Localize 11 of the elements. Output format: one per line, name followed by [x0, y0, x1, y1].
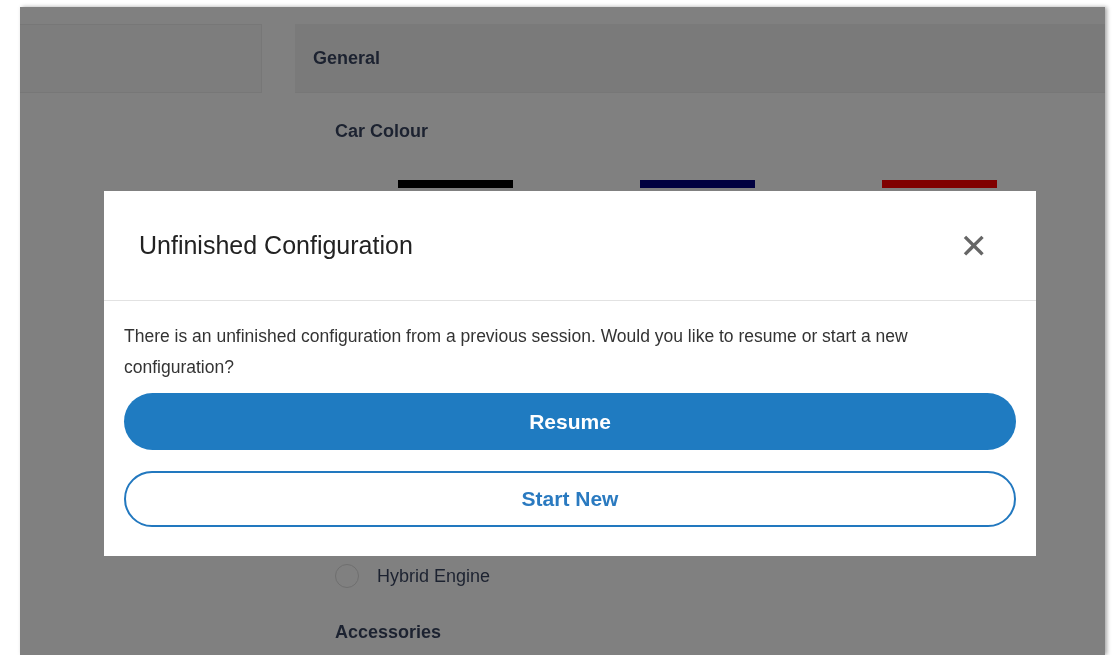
field-label: Accessories	[335, 622, 443, 643]
dialog-message: There is an unfinished configuration from a previous session. Would you like to resume or start a new configuration?	[124, 325, 909, 379]
option-label: Hybrid Engine	[377, 565, 491, 587]
field-label: Car Colour	[335, 121, 429, 142]
resume-button[interactable]: Resume	[124, 393, 1016, 450]
colour-swatch[interactable]	[640, 180, 755, 188]
start-new-button[interactable]: Start New	[124, 471, 1016, 527]
colour-swatch[interactable]	[398, 180, 513, 188]
dialog-title: Unfinished Configuration	[139, 231, 413, 260]
section-title: General	[313, 47, 381, 69]
colour-swatch[interactable]	[882, 180, 997, 188]
